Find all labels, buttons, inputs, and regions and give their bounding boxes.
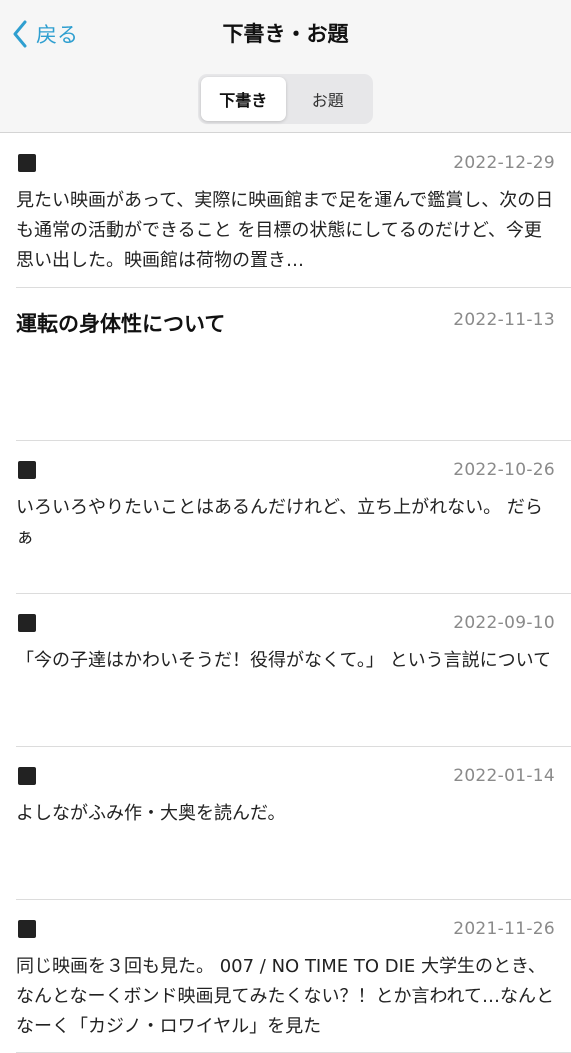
segment-topics[interactable]: お題: [286, 77, 371, 121]
entry-date: 2022-12-29: [453, 153, 555, 173]
entry-body: 「今の子達はかわいそうだ！役得がなくて。」 という言説について: [16, 650, 552, 671]
entry-body: 見たい映画があって、実際に映画館まで足を運んで鑑賞し、次の日も通常の活動ができる…: [16, 190, 554, 271]
segmented-control: 下書き お題: [198, 74, 373, 124]
untitled-square-icon: [18, 461, 36, 479]
list-item[interactable]: 2022-01-14 よしながふみ作・大奥を読んだ。: [16, 747, 571, 900]
nav-header: 戻る 下書き・お題 下書き お題: [0, 0, 571, 133]
list-item[interactable]: 2022-09-10 「今の子達はかわいそうだ！役得がなくて。」 という言説につ…: [16, 594, 571, 747]
untitled-square-icon: [18, 767, 36, 785]
page-title: 下書き・お題: [222, 22, 349, 46]
entry-body: 同じ映画を３回も見た。 007 / NO TIME TO DIE 大学生のとき、…: [16, 956, 555, 1037]
untitled-square-icon: [18, 154, 36, 172]
entry-date: 2022-01-14: [453, 766, 555, 786]
entry-body: いろいろやりたいことはあるんだけれど、立ち上がれない。 だらぁ: [16, 497, 543, 548]
entry-body: よしながふみ作・大奥を読んだ。: [16, 803, 286, 824]
entry-date: 2022-11-13: [453, 310, 555, 330]
entry-date: 2021-11-26: [453, 919, 555, 939]
segment-drafts[interactable]: 下書き: [201, 77, 286, 121]
untitled-square-icon: [18, 614, 36, 632]
entry-date: 2022-10-26: [453, 460, 555, 480]
untitled-square-icon: [18, 920, 36, 938]
list-item[interactable]: 2022-12-29 見たい映画があって、実際に映画館まで足を運んで鑑賞し、次の…: [16, 134, 571, 288]
list-item[interactable]: 運転の身体性について 2022-11-13: [16, 288, 571, 441]
entry-title: 運転の身体性について: [16, 312, 226, 336]
list-item[interactable]: 2022-10-26 いろいろやりたいことはあるんだけれど、立ち上がれない。 だ…: [16, 441, 571, 594]
entry-date: 2022-09-10: [453, 613, 555, 633]
list-item[interactable]: 2021-11-26 同じ映画を３回も見た。 007 / NO TIME TO …: [16, 900, 571, 1053]
draft-list: 2022-12-29 見たい映画があって、実際に映画館まで足を運んで鑑賞し、次の…: [0, 134, 571, 1053]
